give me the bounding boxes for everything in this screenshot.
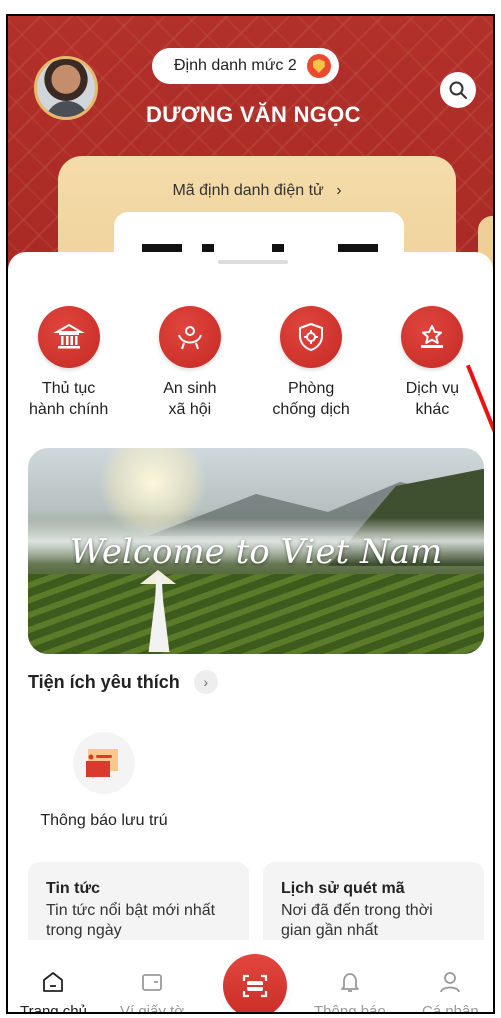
search-icon xyxy=(449,81,467,99)
info-cards: Tin tức Tin tức nổi bật mới nhất trong n… xyxy=(28,862,484,952)
chevron-right-icon[interactable]: › xyxy=(193,670,218,694)
social-welfare-icon xyxy=(158,306,221,368)
service-label: Thủ tục hành chính xyxy=(29,380,109,418)
tab-label: Cá nhân xyxy=(422,1003,479,1014)
card-description: Nơi đã đến trong thời gian gần nhất xyxy=(281,902,433,939)
card-title: Lịch sử quét mã xyxy=(281,880,405,897)
chevron-right-icon: › xyxy=(336,182,342,199)
tab-notifications[interactable]: Thông báo xyxy=(314,969,386,1014)
tab-label: Ví giấy tờ xyxy=(120,1003,185,1014)
tab-home[interactable]: Trang chủ xyxy=(20,969,87,1014)
service-epidemic-prevention[interactable]: Phòng chống dịch xyxy=(251,306,372,420)
scan-qr-button[interactable] xyxy=(223,954,287,1012)
tab-label: Thông báo xyxy=(314,1003,386,1014)
service-grid: Thủ tục hành chính An sinh xã hội Phòng … xyxy=(8,306,493,420)
favorites-header[interactable]: Tiện ích yêu thích › xyxy=(28,670,218,694)
virus-shield-icon xyxy=(280,306,343,368)
welcome-banner[interactable]: Welcome to Viet Nam xyxy=(28,448,484,654)
favorite-residence-notice[interactable]: Thông báo lưu trú xyxy=(34,732,174,830)
news-card[interactable]: Tin tức Tin tức nổi bật mới nhất trong n… xyxy=(28,862,249,952)
tab-wallet[interactable]: Ví giấy tờ xyxy=(120,969,185,1014)
bottom-tab-bar: Trang chủ Ví giấy tờ Thông báo Cá nhân xyxy=(8,940,493,1014)
service-label: Dịch vụ khác xyxy=(405,380,460,418)
sheet-grabber[interactable] xyxy=(218,260,288,264)
bell-icon xyxy=(340,973,359,992)
wallet-icon xyxy=(142,974,162,991)
search-button[interactable] xyxy=(440,72,476,108)
star-podium-icon xyxy=(401,306,464,368)
card-description: Tin tức nổi bật mới nhất trong ngày xyxy=(46,902,216,939)
scan-icon xyxy=(242,974,268,998)
home-sheet: Thủ tục hành chính An sinh xã hội Phòng … xyxy=(8,252,493,1014)
banner-text: Welcome to Viet Nam xyxy=(69,532,443,572)
government-building-icon xyxy=(37,306,100,368)
favorites-title: Tiện ích yêu thích xyxy=(28,671,180,692)
user-icon xyxy=(440,972,461,993)
user-name: DƯƠNG VĂN NGỌC xyxy=(146,102,361,127)
service-social-welfare[interactable]: An sinh xã hội xyxy=(129,306,250,420)
home-icon xyxy=(43,972,64,992)
tab-label: Trang chủ xyxy=(20,1003,87,1014)
service-administrative[interactable]: Thủ tục hành chính xyxy=(8,306,129,420)
phone-screen: Định danh mức 2 DƯƠNG VĂN NGỌC Mã định d… xyxy=(6,14,495,1014)
scan-history-card[interactable]: Lịch sử quét mã Nơi đã đến trong thời gi… xyxy=(263,862,484,952)
service-other[interactable]: Dịch vụ khác xyxy=(372,306,493,420)
favorite-label: Thông báo lưu trú xyxy=(40,812,168,829)
avatar[interactable] xyxy=(34,56,98,120)
service-label: An sinh xã hội xyxy=(163,380,217,418)
tab-profile[interactable]: Cá nhân xyxy=(422,969,479,1014)
identity-level-label: Định danh mức 2 xyxy=(174,57,297,74)
service-label: Phòng chống dịch xyxy=(272,380,350,418)
shield-icon xyxy=(306,54,331,78)
identity-level-badge[interactable]: Định danh mức 2 xyxy=(152,48,339,84)
card-title: Tin tức xyxy=(46,880,100,897)
chat-message-icon xyxy=(73,732,135,794)
id-card-label: Mã định danh điện tử › xyxy=(172,182,342,199)
